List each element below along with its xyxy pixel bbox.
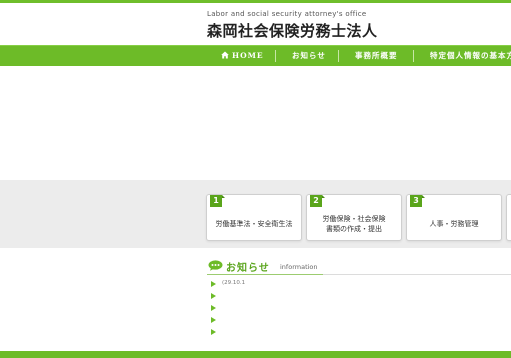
news-divider-accent [207, 274, 323, 275]
logo-title: 森岡社会保険労務士法人 [207, 22, 378, 40]
service-number-badge: 1 [210, 195, 225, 207]
service-number-badge: 3 [410, 195, 425, 207]
service-label-line-1: 労働保険・社会保険 [322, 215, 386, 223]
nav-privacy[interactable]: 特定個人情報の基本方 [430, 46, 511, 66]
service-label: 人事・労務管理 [429, 220, 479, 228]
nav-divider [338, 50, 339, 62]
service-label-line-2: 書類の作成・提出 [326, 225, 382, 233]
arrow-right-icon [211, 281, 216, 287]
news-subtitle: information [280, 263, 318, 271]
footer-bar [0, 351, 511, 358]
service-card-1[interactable]: 1 労働基準法・安全衛生法 [206, 194, 302, 241]
site-logo[interactable]: Labor and social security attorney's off… [207, 10, 378, 41]
nav-home-label: HOME [232, 51, 264, 60]
home-icon [221, 51, 229, 59]
service-label: 労働基準法・安全衛生法 [215, 220, 293, 228]
nav-divider [413, 50, 414, 62]
logo-tagline: Labor and social security attorney's off… [207, 10, 367, 18]
arrow-right-icon [211, 317, 216, 323]
arrow-right-icon [211, 305, 216, 311]
news-title: お知らせ [226, 263, 270, 274]
arrow-right-icon [211, 293, 216, 299]
nav-home[interactable]: HOME [221, 46, 264, 66]
arrow-right-icon [211, 329, 216, 335]
service-number-badge: 2 [310, 195, 325, 207]
top-accent-line [0, 0, 511, 3]
news-date: (29.10.1 [222, 280, 246, 286]
nav-divider [275, 50, 276, 62]
nav-office[interactable]: 事務所概要 [355, 46, 398, 66]
service-card-4-partial[interactable] [506, 194, 511, 241]
speech-bubble-icon [208, 260, 223, 271]
news-header: お知らせ information [207, 258, 511, 276]
main-nav: HOME お知らせ 事務所概要 特定個人情報の基本方 [0, 45, 511, 66]
nav-news[interactable]: お知らせ [292, 46, 326, 66]
service-card-3[interactable]: 3 人事・労務管理 [406, 194, 502, 241]
service-card-2[interactable]: 2 労働保険・社会保険 書類の作成・提出 [306, 194, 402, 241]
